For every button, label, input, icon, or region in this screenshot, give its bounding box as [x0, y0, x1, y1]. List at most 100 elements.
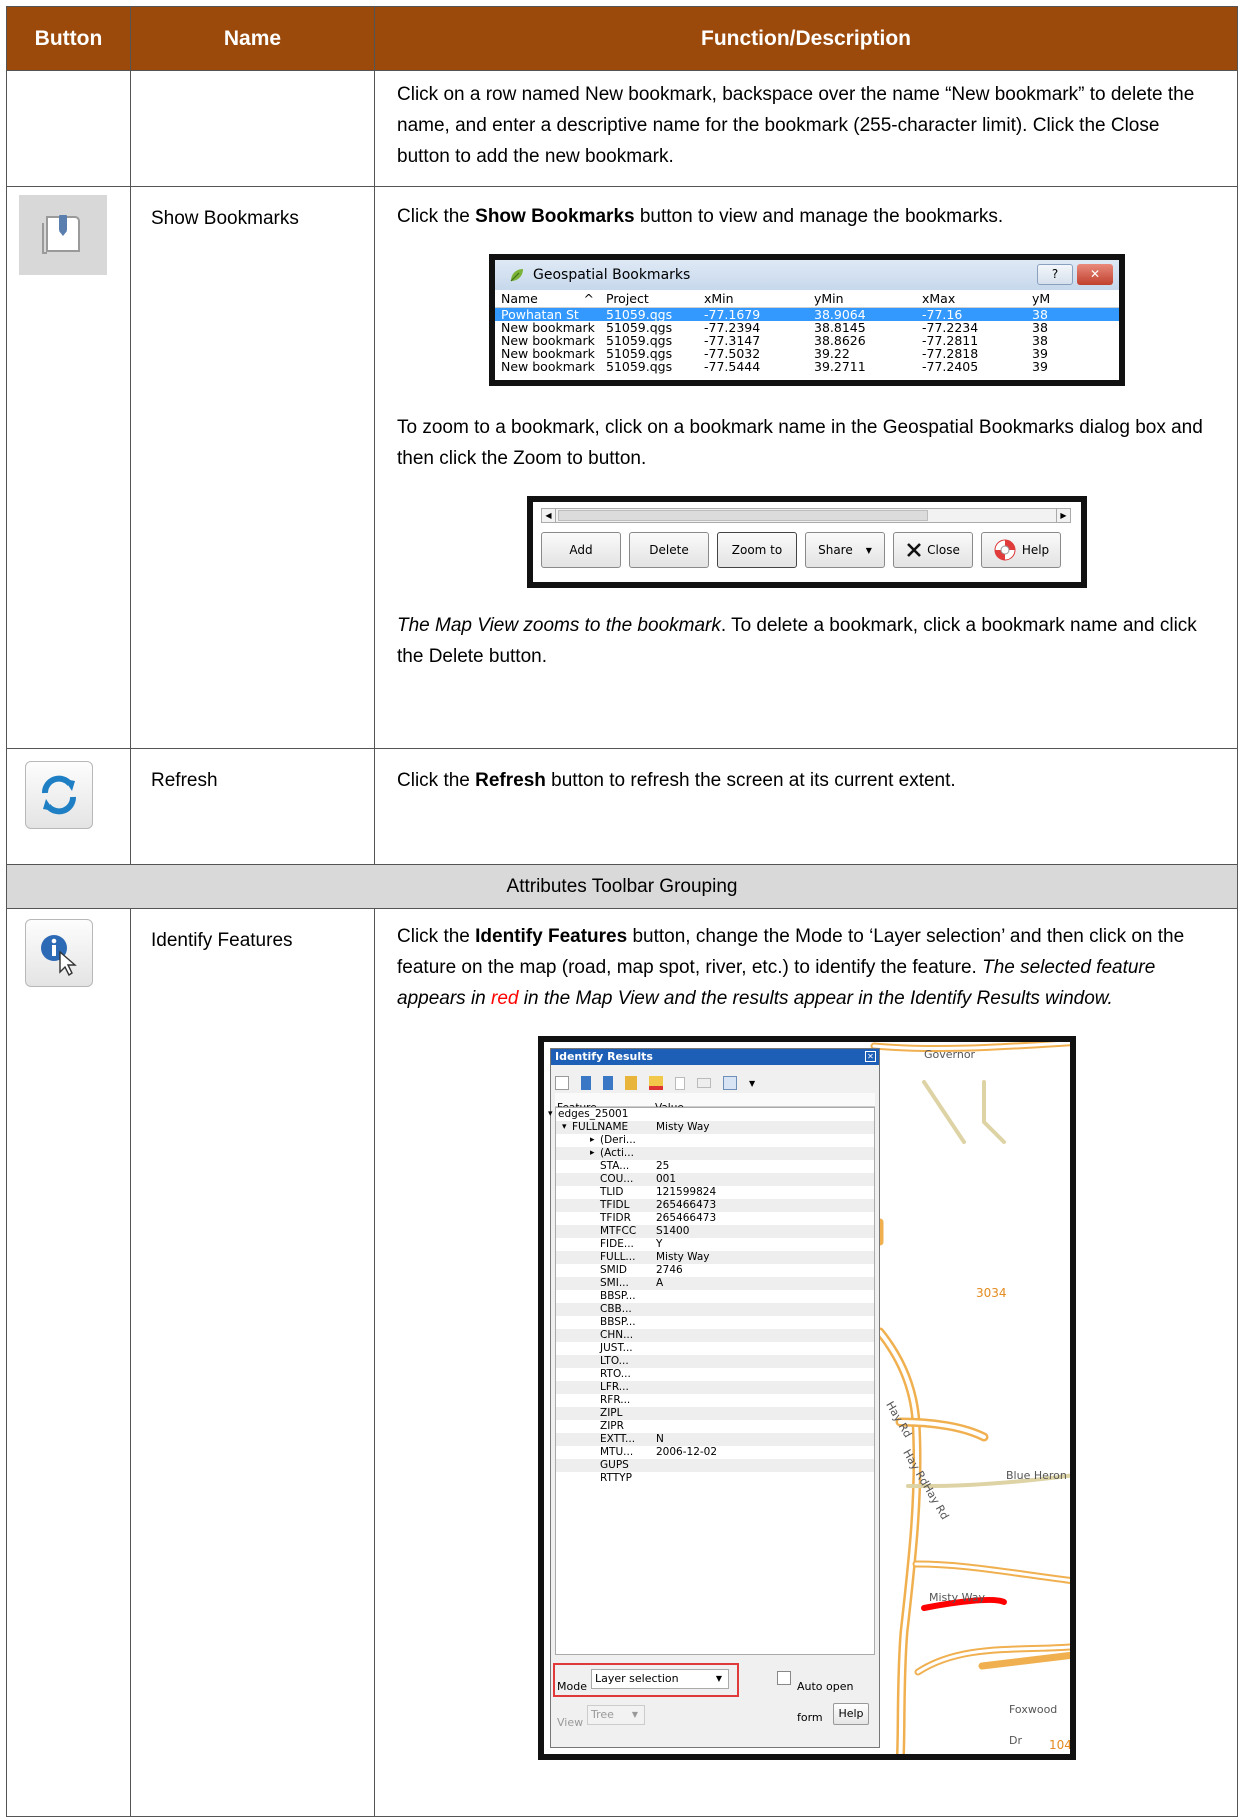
dropdown-arrow-icon: ▼	[865, 545, 872, 555]
tree-row[interactable]: FIDE... Y	[556, 1238, 874, 1251]
tree-row[interactable]: ▸ (Acti...	[556, 1147, 874, 1160]
close-button[interactable]: Close	[893, 532, 973, 568]
zoom-to-button[interactable]: Zoom to	[717, 532, 797, 568]
table-row[interactable]: New bookmark 51059.qgs -77.5032 39.22 -77.28…	[495, 347, 1119, 360]
add-button[interactable]: Add	[541, 532, 621, 568]
cell: -77.2234	[922, 319, 979, 335]
tree-row[interactable]: SMI... A	[556, 1277, 874, 1290]
tree-row[interactable]: FULL... Misty Way	[556, 1251, 874, 1264]
tree-collapsed-icon[interactable]: ▸	[590, 1147, 595, 1160]
table-row: Identify Features Click the Identify Fea…	[6, 908, 1238, 1817]
tree-row[interactable]: RTTYP	[556, 1472, 874, 1485]
tree-row[interactable]: ▾ edges_25001	[548, 1108, 874, 1121]
table-row[interactable]: New bookmark 51059.qgs -77.5444 39.2711 -77.…	[495, 360, 1119, 373]
column-header[interactable]: xMin	[698, 290, 808, 308]
tree-key: RTTYP	[600, 1472, 632, 1484]
tree-key: SMID	[600, 1264, 627, 1276]
tree-row[interactable]: LFR...	[556, 1381, 874, 1394]
tree-row[interactable]: MTFCC S1400	[556, 1225, 874, 1238]
name-cell: Identify Features	[130, 908, 375, 1817]
tree-row[interactable]: JUST...	[556, 1342, 874, 1355]
tree-row[interactable]: TLID 121599824	[556, 1186, 874, 1199]
description-cell: Click the Identify Features button, chan…	[374, 908, 1238, 1817]
tree-row[interactable]: RTO...	[556, 1368, 874, 1381]
cell: -77.2811	[922, 332, 979, 348]
tree-key: MTU...	[600, 1446, 634, 1458]
cell: 51059.qgs	[600, 307, 698, 321]
column-header[interactable]: yMin	[808, 290, 916, 308]
refresh-button[interactable]	[25, 761, 93, 829]
cell: 38	[1032, 332, 1048, 348]
tree-expanded-icon[interactable]: ▾	[548, 1108, 553, 1121]
tree-row[interactable]: EXTT... N	[556, 1433, 874, 1446]
tree-row[interactable]: CHN...	[556, 1329, 874, 1342]
mode-select[interactable]: Layer selection ▼	[591, 1669, 729, 1689]
help-button[interactable]: Help	[833, 1703, 869, 1725]
cell: 51059.qgs	[606, 332, 673, 348]
tree-row[interactable]: ▸ (Deri...	[556, 1134, 874, 1147]
identify-features-button[interactable]	[25, 919, 93, 987]
tree-row[interactable]: TFIDR 265466473	[556, 1212, 874, 1225]
expand-icon[interactable]	[603, 1076, 613, 1090]
dialog-titlebar: Geospatial Bookmarks	[495, 260, 1119, 290]
help-button[interactable]: Help	[981, 532, 1061, 568]
description-cell: Click the Refresh button to refresh the …	[374, 748, 1238, 865]
settings-icon[interactable]	[723, 1076, 737, 1090]
column-header[interactable]: xMax	[916, 290, 1026, 308]
share-button[interactable]: Share ▼	[805, 532, 885, 568]
expand-new-icon[interactable]	[625, 1076, 637, 1090]
copy-icon[interactable]	[675, 1076, 685, 1090]
column-header[interactable]: Project	[600, 290, 698, 308]
close-icon[interactable]: ✕	[865, 1051, 876, 1062]
tree-row[interactable]: RFR...	[556, 1394, 874, 1407]
expand-tree-icon[interactable]	[555, 1076, 569, 1090]
view-value: Tree	[591, 1708, 614, 1721]
tree-row[interactable]: BBSP...	[556, 1290, 874, 1303]
button-cell	[6, 748, 131, 865]
tree-row[interactable]: ZIPL	[556, 1407, 874, 1420]
scroll-left-icon[interactable]: ◀	[542, 509, 556, 522]
close-title-button[interactable]: ✕	[1077, 264, 1113, 285]
scroll-right-icon[interactable]: ▶	[1056, 509, 1070, 522]
column-header[interactable]: yM	[1026, 290, 1119, 308]
clear-results-icon[interactable]	[649, 1076, 663, 1090]
italic-text: The Map View zooms to the bookmark	[397, 615, 721, 636]
view-select[interactable]: Tree ▼	[587, 1705, 645, 1725]
tree-row[interactable]: ZIPR	[556, 1420, 874, 1433]
table-row[interactable]: Powhatan St 51059.qgs -77.1679 38.9064 -77.1…	[495, 307, 1119, 321]
tree-collapsed-icon[interactable]: ▸	[590, 1134, 595, 1147]
tree-row[interactable]: STA... 25	[556, 1160, 874, 1173]
map-label-3034: 3034	[976, 1286, 1007, 1300]
collapse-icon[interactable]	[581, 1076, 591, 1090]
tree-row[interactable]: BBSP...	[556, 1316, 874, 1329]
delete-button[interactable]: Delete	[629, 532, 709, 568]
tree-key: CHN...	[600, 1329, 634, 1341]
tree-row[interactable]: COU... 001	[556, 1173, 874, 1186]
horizontal-scrollbar[interactable]: ◀ ▶	[541, 508, 1071, 523]
tree-row[interactable]: TFIDL 265466473	[556, 1199, 874, 1212]
panel-title: Identify Results	[555, 1050, 653, 1063]
tree-value: Misty Way	[656, 1121, 710, 1133]
column-header[interactable]: Name ^	[495, 290, 600, 308]
show-bookmarks-button[interactable]	[19, 195, 107, 275]
tree-key: (Deri...	[600, 1134, 636, 1146]
print-icon[interactable]	[697, 1078, 711, 1088]
auto-open-checkbox[interactable]	[777, 1671, 791, 1685]
tree-row[interactable]: MTU... 2006-12-02	[556, 1446, 874, 1459]
results-tree[interactable]: ▾ edges_25001 ▾ FULLNAME Misty Way ▸ (Deri... ▸…	[548, 1107, 875, 1655]
tree-row[interactable]: SMID 2746	[556, 1264, 874, 1277]
tree-row[interactable]: ▾ FULLNAME Misty Way	[556, 1121, 874, 1134]
cell: 39.22	[814, 345, 850, 361]
tree-row[interactable]: CBB...	[556, 1303, 874, 1316]
tree-row[interactable]: LTO...	[556, 1355, 874, 1368]
tree-expanded-icon[interactable]: ▾	[562, 1121, 567, 1134]
tree-row[interactable]: GUPS	[556, 1459, 874, 1472]
tree-key: ZIPR	[600, 1420, 624, 1432]
text-run: Click the	[397, 770, 476, 791]
scroll-thumb[interactable]	[558, 510, 928, 521]
group-label: Attributes Toolbar Grouping	[6, 864, 1238, 909]
help-title-button[interactable]: ?	[1037, 264, 1073, 285]
table-row[interactable]: New bookmark 51059.qgs -77.2394 38.8145 -77.…	[495, 321, 1119, 334]
table-row[interactable]: New bookmark 51059.qgs -77.3147 38.8626 -77.…	[495, 334, 1119, 347]
map-label-governor: Governor	[924, 1048, 976, 1061]
